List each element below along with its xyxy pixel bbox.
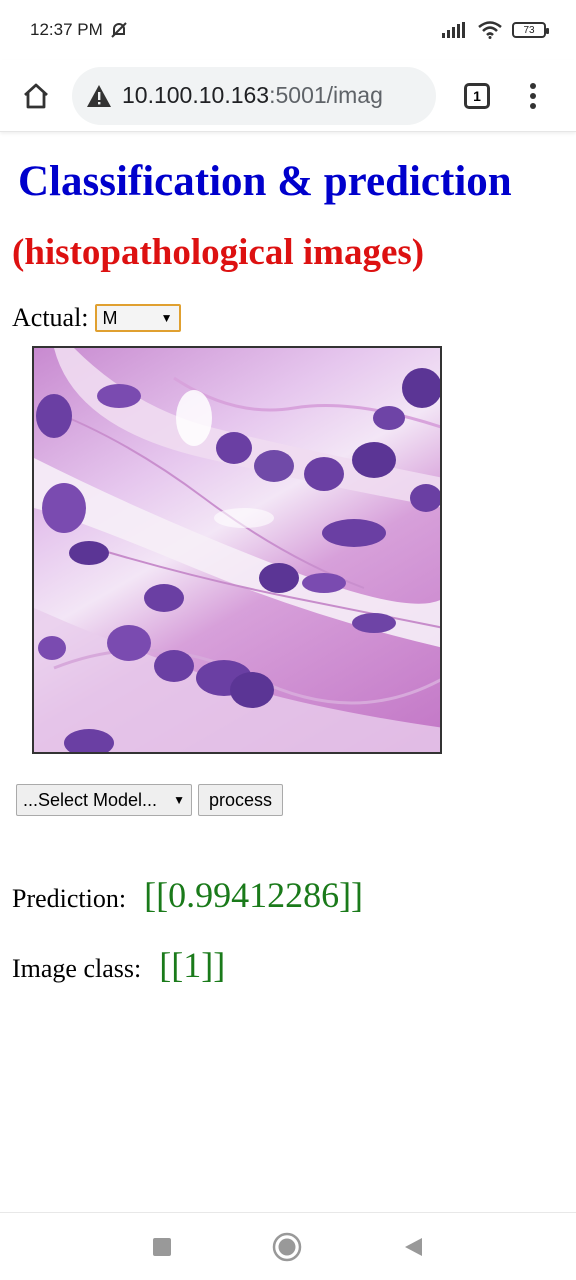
battery-icon: 73: [512, 22, 549, 38]
model-select-value: ...Select Model...: [23, 789, 158, 810]
actual-label: Actual:: [12, 303, 89, 332]
battery-level: 73: [523, 24, 535, 36]
system-nav-bar: [0, 1212, 576, 1280]
prediction-label: Prediction:: [12, 884, 127, 913]
back-icon[interactable]: [402, 1236, 424, 1258]
home-circle-icon[interactable]: [272, 1232, 302, 1262]
model-controls: ...Select Model... ▼ process: [16, 784, 284, 816]
address-bar[interactable]: 10.100.10.163:5001/imag: [72, 66, 436, 125]
muted-alarm-icon: [111, 22, 127, 38]
actual-select-value: M: [102, 307, 118, 328]
model-select[interactable]: ...Select Model... ▼: [16, 784, 192, 816]
actual-select[interactable]: M ▼: [94, 304, 181, 332]
status-time: 12:37 PM: [30, 20, 103, 39]
signal-icon: [442, 22, 465, 38]
url-path: :5001/imag: [269, 82, 383, 108]
menu-dot: [530, 102, 536, 109]
browser-toolbar: 10.100.10.163:5001/imag 1: [0, 60, 576, 132]
chevron-down-icon: ▼: [160, 311, 173, 325]
menu-dot: [530, 92, 536, 99]
class-value: [[1]]: [159, 945, 226, 985]
status-icons: 73: [442, 21, 549, 39]
tab-count: 1: [473, 87, 481, 104]
class-row: Image class: [[1]]: [12, 944, 225, 986]
status-time-group: 12:37 PM: [30, 20, 129, 40]
page-subtitle: (histopathological images): [12, 232, 425, 273]
warning-icon[interactable]: [86, 84, 112, 108]
tab-switcher-button[interactable]: 1: [464, 82, 490, 109]
chevron-down-icon: ▼: [173, 793, 185, 807]
home-icon: [24, 83, 48, 108]
actual-row: Actual: M ▼: [12, 303, 181, 333]
more-menu-icon[interactable]: [530, 82, 536, 109]
menu-dot: [530, 82, 536, 89]
wifi-icon: [478, 21, 502, 39]
histopathology-image: [32, 346, 442, 754]
status-bar: 12:37 PM 73: [0, 0, 576, 60]
page-title: Classification & prediction: [18, 158, 512, 205]
prediction-row: Prediction: [[0.99412286]]: [12, 874, 363, 916]
tissue-illustration: [34, 348, 440, 752]
prediction-value: [[0.99412286]]: [144, 875, 364, 915]
url-host: 10.100.10.163: [122, 82, 270, 108]
process-button[interactable]: process: [198, 784, 284, 816]
home-button[interactable]: [14, 74, 58, 118]
recents-icon[interactable]: [152, 1237, 172, 1257]
class-label: Image class:: [12, 954, 142, 983]
